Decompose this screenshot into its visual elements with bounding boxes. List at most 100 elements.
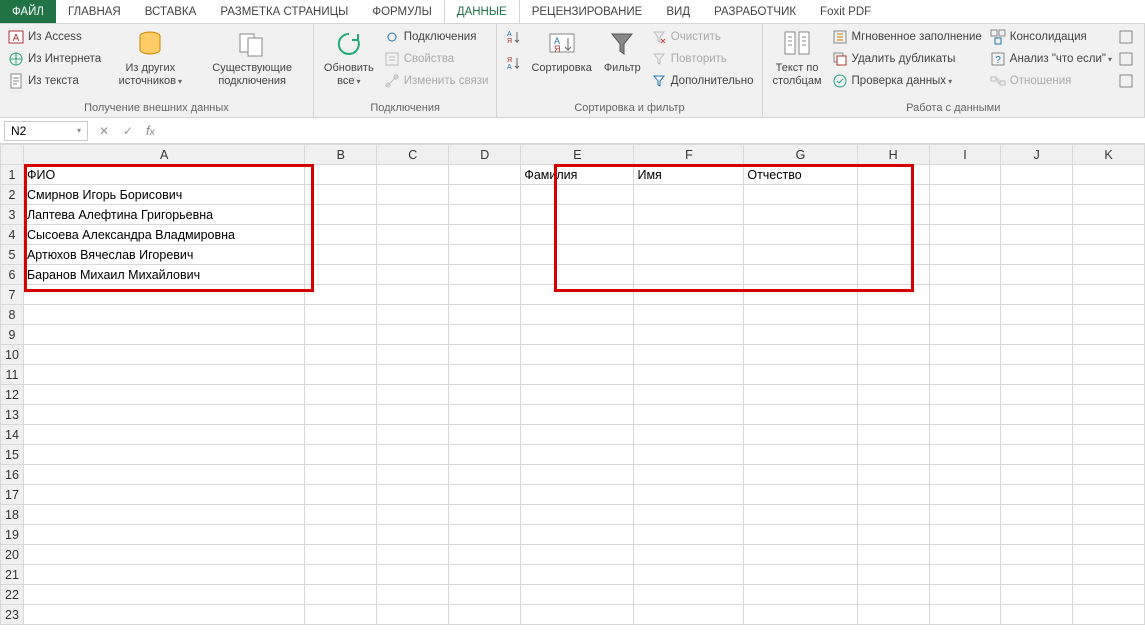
cell-E8[interactable] [521, 305, 634, 325]
cell-J7[interactable] [1001, 285, 1073, 305]
clear-filter-button[interactable]: Очистить [649, 26, 756, 48]
cell-G15[interactable] [744, 445, 857, 465]
cell-K14[interactable] [1072, 425, 1144, 445]
cell-F5[interactable] [634, 245, 744, 265]
relationships-button[interactable]: Отношения [988, 70, 1114, 92]
cell-H8[interactable] [857, 305, 929, 325]
cell-A10[interactable] [23, 345, 304, 365]
filter-button[interactable]: Фильтр [600, 26, 645, 77]
cell-I7[interactable] [929, 285, 1001, 305]
edit-links-button[interactable]: Изменить связи [382, 70, 491, 92]
cell-C22[interactable] [377, 585, 449, 605]
refresh-all-button[interactable]: Обновить все▾ [320, 26, 378, 90]
cell-E16[interactable] [521, 465, 634, 485]
cell-B23[interactable] [305, 605, 377, 625]
cell-J6[interactable] [1001, 265, 1073, 285]
cell-B20[interactable] [305, 545, 377, 565]
cell-H13[interactable] [857, 405, 929, 425]
cell-F12[interactable] [634, 385, 744, 405]
cell-A6[interactable]: Баранов Михаил Михайлович [23, 265, 304, 285]
cell-C18[interactable] [377, 505, 449, 525]
col-header-A[interactable]: A [23, 145, 304, 165]
cell-E23[interactable] [521, 605, 634, 625]
cell-B15[interactable] [305, 445, 377, 465]
cell-F8[interactable] [634, 305, 744, 325]
from-access-button[interactable]: A Из Access [6, 26, 103, 48]
col-header-E[interactable]: E [521, 145, 634, 165]
row-header-21[interactable]: 21 [1, 565, 24, 585]
row-header-14[interactable]: 14 [1, 425, 24, 445]
cell-K12[interactable] [1072, 385, 1144, 405]
cell-C1[interactable] [377, 165, 449, 185]
tab-formulas[interactable]: ФОРМУЛЫ [360, 0, 443, 23]
cell-D7[interactable] [449, 285, 521, 305]
row-header-19[interactable]: 19 [1, 525, 24, 545]
cell-E18[interactable] [521, 505, 634, 525]
row-header-18[interactable]: 18 [1, 505, 24, 525]
cell-F9[interactable] [634, 325, 744, 345]
cell-D5[interactable] [449, 245, 521, 265]
cell-E2[interactable] [521, 185, 634, 205]
cell-I19[interactable] [929, 525, 1001, 545]
cell-E20[interactable] [521, 545, 634, 565]
cell-A9[interactable] [23, 325, 304, 345]
cell-J18[interactable] [1001, 505, 1073, 525]
cell-I23[interactable] [929, 605, 1001, 625]
cell-F10[interactable] [634, 345, 744, 365]
cell-H22[interactable] [857, 585, 929, 605]
cell-A5[interactable]: Артюхов Вячеслав Игоревич [23, 245, 304, 265]
cell-C6[interactable] [377, 265, 449, 285]
cell-K11[interactable] [1072, 365, 1144, 385]
cell-F18[interactable] [634, 505, 744, 525]
cancel-formula-button[interactable]: ✕ [92, 121, 116, 141]
cell-J13[interactable] [1001, 405, 1073, 425]
cell-H6[interactable] [857, 265, 929, 285]
tab-insert[interactable]: ВСТАВКА [133, 0, 209, 23]
cell-K9[interactable] [1072, 325, 1144, 345]
cell-G18[interactable] [744, 505, 857, 525]
consolidate-button[interactable]: Консолидация [988, 26, 1114, 48]
cell-J3[interactable] [1001, 205, 1073, 225]
col-header-K[interactable]: K [1072, 145, 1144, 165]
subtotal-icon[interactable] [1118, 73, 1134, 89]
cell-H1[interactable] [857, 165, 929, 185]
tab-file[interactable]: ФАЙЛ [0, 0, 56, 23]
cell-A20[interactable] [23, 545, 304, 565]
cell-A1[interactable]: ФИО [23, 165, 304, 185]
cell-C3[interactable] [377, 205, 449, 225]
cell-G22[interactable] [744, 585, 857, 605]
tab-developer[interactable]: РАЗРАБОТЧИК [702, 0, 808, 23]
cell-G13[interactable] [744, 405, 857, 425]
col-header-I[interactable]: I [929, 145, 1001, 165]
cell-G5[interactable] [744, 245, 857, 265]
cell-J17[interactable] [1001, 485, 1073, 505]
cell-K3[interactable] [1072, 205, 1144, 225]
cell-D20[interactable] [449, 545, 521, 565]
cell-H4[interactable] [857, 225, 929, 245]
row-header-15[interactable]: 15 [1, 445, 24, 465]
cell-C5[interactable] [377, 245, 449, 265]
row-header-11[interactable]: 11 [1, 365, 24, 385]
row-header-7[interactable]: 7 [1, 285, 24, 305]
cell-I22[interactable] [929, 585, 1001, 605]
cell-E1[interactable]: Фамилия [521, 165, 634, 185]
cell-F4[interactable] [634, 225, 744, 245]
cell-D4[interactable] [449, 225, 521, 245]
cell-E5[interactable] [521, 245, 634, 265]
cell-D6[interactable] [449, 265, 521, 285]
group-outline-icon[interactable] [1118, 29, 1134, 45]
cell-J11[interactable] [1001, 365, 1073, 385]
tab-page-layout[interactable]: РАЗМЕТКА СТРАНИЦЫ [208, 0, 360, 23]
cell-C4[interactable] [377, 225, 449, 245]
cell-C20[interactable] [377, 545, 449, 565]
cell-H9[interactable] [857, 325, 929, 345]
cell-K7[interactable] [1072, 285, 1144, 305]
cell-G3[interactable] [744, 205, 857, 225]
cell-B18[interactable] [305, 505, 377, 525]
row-header-3[interactable]: 3 [1, 205, 24, 225]
cell-H3[interactable] [857, 205, 929, 225]
cell-H20[interactable] [857, 545, 929, 565]
row-header-12[interactable]: 12 [1, 385, 24, 405]
row-header-17[interactable]: 17 [1, 485, 24, 505]
row-header-4[interactable]: 4 [1, 225, 24, 245]
